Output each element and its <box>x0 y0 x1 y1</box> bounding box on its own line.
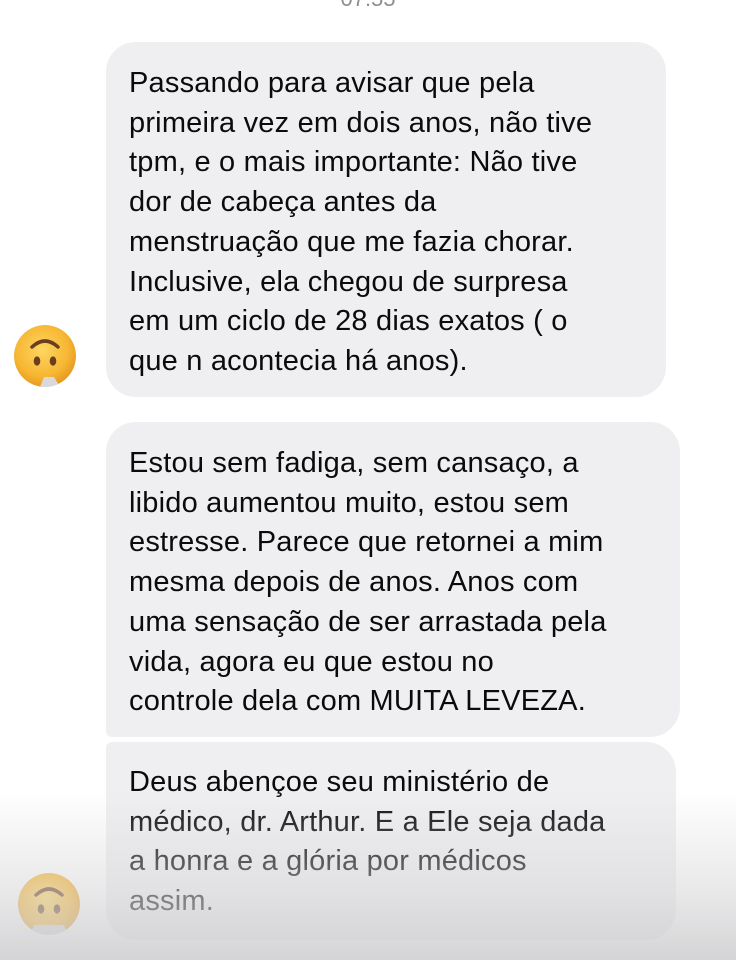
message-text-line: em um ciclo de 28 dias exatos ( o <box>129 305 568 338</box>
message-bubble[interactable]: Passando para avisar que pela primeira v… <box>106 42 666 397</box>
message-text-line: dor de cabeça antes da <box>129 186 437 219</box>
message-text-line: assim. <box>129 885 214 918</box>
message-text-line: controle dela com MUITA LEVEZA. <box>129 685 586 718</box>
message-text-line: primeira vez em dois anos, não tive <box>129 106 593 139</box>
message-text-line: menstruação que me fazia chorar. <box>129 225 574 258</box>
message-bubble[interactable]: Estou sem fadiga, sem cansaço, a libido … <box>106 422 680 737</box>
message-text-line: Passando para avisar que pela <box>129 67 535 99</box>
message-text-line: libido aumentou muito, estou sem <box>129 486 570 519</box>
message-text-line: médico, dr. Arthur. E a Ele seja dada <box>129 805 606 838</box>
message-text-line: mesma depois de anos. Anos com <box>129 566 579 599</box>
message-text-line: tpm, e o mais importante: Não tive <box>129 146 578 179</box>
message-bubble[interactable]: Deus abençoe seu ministério de médico, d… <box>106 742 676 940</box>
message-text-line: a honra e a glória por médicos <box>129 845 527 878</box>
upside-down-face-emoji-icon <box>18 873 80 935</box>
message-text-line: Deus abençoe seu ministério de <box>129 766 550 798</box>
message-text-line: estresse. Parece que retornei a mim <box>129 526 604 559</box>
message-text-line: que n acontecia há anos). <box>129 344 468 377</box>
message-text-line: Estou sem fadiga, sem cansaço, a <box>129 447 579 479</box>
message-text-line: uma sensação de ser arrastada pela <box>129 605 607 638</box>
sender-avatar[interactable] <box>18 873 80 935</box>
upside-down-face-emoji-icon <box>14 325 76 387</box>
message-text-line: vida, agora eu que estou no <box>129 645 494 678</box>
message-text-line: Inclusive, ela chegou de surpresa <box>129 265 568 298</box>
message-timestamp: 07:55 <box>0 0 736 12</box>
sender-avatar[interactable] <box>14 325 76 387</box>
